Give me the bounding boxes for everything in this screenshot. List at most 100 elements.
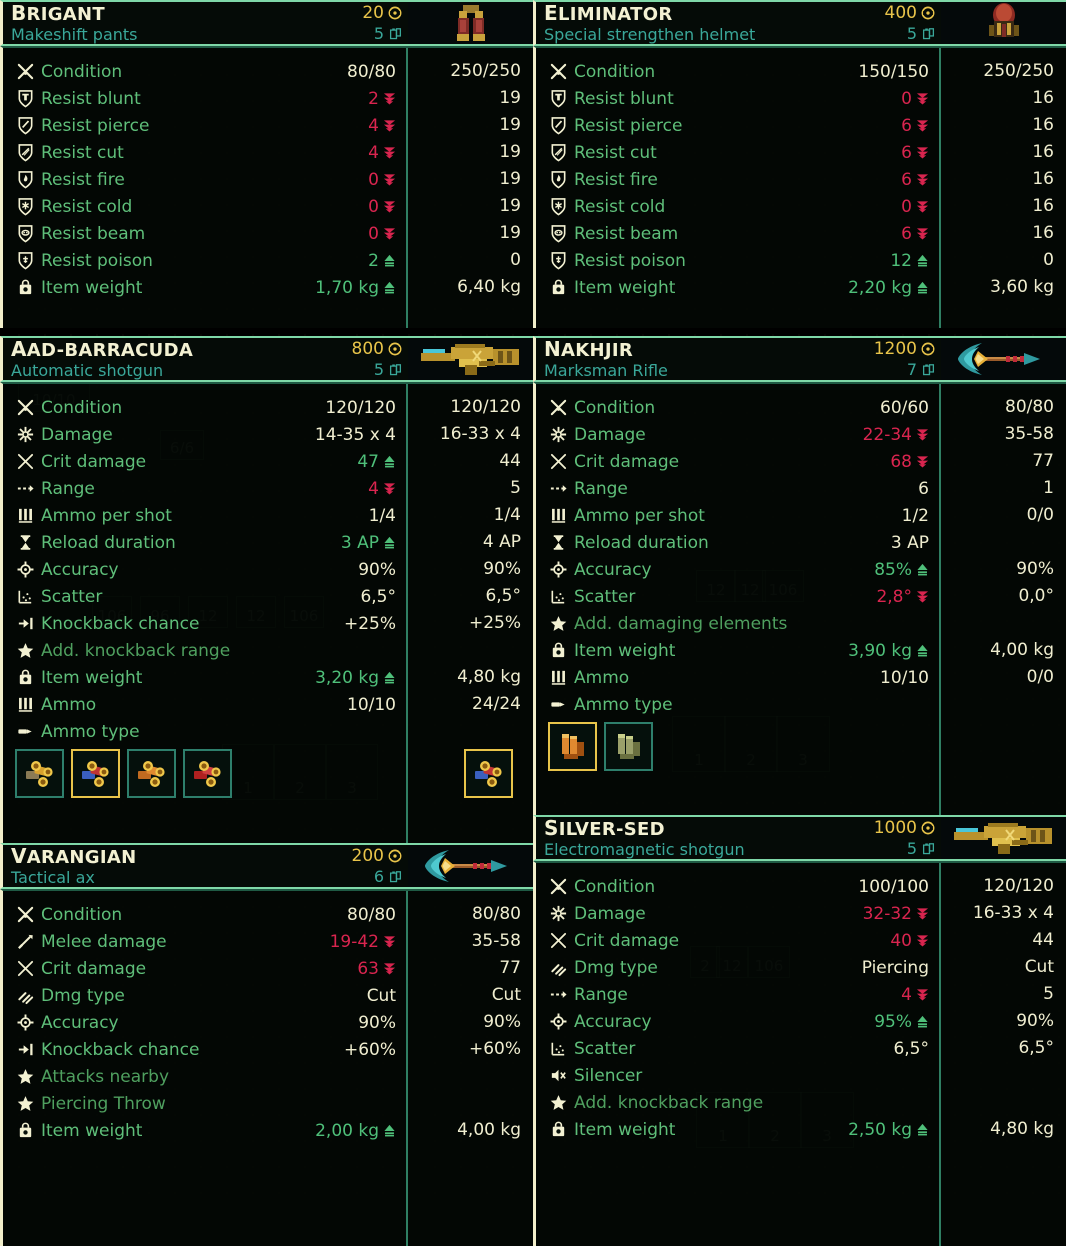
- stat-row: Add. knockback range: [13, 637, 396, 664]
- item-comparison-screen: BRIGANT Makeshift pants 20 5 Condition 80/80 R…: [0, 0, 1066, 1246]
- item-header-aad-barracuda[interactable]: AAD-BARRACUDA Automatic shotgun 800 5: [0, 336, 408, 382]
- ammo-icon: [13, 695, 37, 714]
- item-price: 20: [306, 3, 402, 24]
- stat-value: 47: [351, 452, 396, 472]
- stat-row: Item weight 2,00 kg: [13, 1117, 396, 1144]
- stat-value: 2,20 kg: [842, 278, 929, 298]
- stat-label: Range: [574, 984, 628, 1005]
- stat-label: Ammo: [574, 667, 630, 688]
- item-header-brigant[interactable]: BRIGANT Makeshift pants 20 5: [0, 0, 408, 46]
- stat-row: Knockback chance +25%: [13, 610, 396, 637]
- comparison-value: 19: [499, 115, 521, 135]
- stat-label: Condition: [574, 397, 656, 418]
- item-name: VARANGIAN: [11, 844, 137, 869]
- stat-label: Range: [574, 478, 628, 499]
- resist-poison-icon: [13, 251, 37, 270]
- comparison-value: Cut: [491, 985, 521, 1005]
- ammo-slot-ammo-rifle-ap[interactable]: [548, 722, 597, 771]
- stat-value: 100/100: [858, 876, 929, 897]
- item-panel-varangian: VARANGIAN Tactical ax 200 6 Condition 80/80 Me…: [0, 843, 533, 1246]
- item-stats-varangian: Condition 80/80 Melee damage 19-42 Crit dama…: [0, 889, 533, 1246]
- item-artwork-brigant[interactable]: [408, 0, 533, 46]
- stat-label: Ammo type: [41, 721, 140, 742]
- resist-pierce-icon: [13, 116, 37, 135]
- item-header-nakhjir[interactable]: NAKHJIR Marksman Rifle 1200 7: [533, 336, 941, 382]
- comparison-value: 120/120: [983, 876, 1054, 896]
- ammo-slot-ammo-shell-special[interactable]: [71, 749, 120, 798]
- item-slot-count: 7: [839, 360, 935, 380]
- stat-value: 1/2: [901, 505, 929, 526]
- stat-value: 68: [884, 452, 929, 472]
- stat-label: Resist poison: [41, 250, 153, 271]
- stat-row: Crit damage 40: [546, 927, 929, 954]
- stat-label: Resist poison: [574, 250, 686, 271]
- comparison-value: 90%: [1016, 1011, 1054, 1031]
- stat-value: 2: [362, 89, 396, 109]
- comparison-value: 4,00 kg: [990, 640, 1054, 660]
- crit-damage-icon: [546, 452, 570, 471]
- item-artwork-nakhjir[interactable]: [941, 336, 1066, 382]
- item-artwork-aad-barracuda[interactable]: [408, 336, 533, 382]
- stat-value: 6: [895, 116, 929, 136]
- item-artwork-varangian[interactable]: [408, 843, 533, 889]
- ammo-slot-ammo-shell-explosive[interactable]: [183, 749, 232, 798]
- stat-label: Ammo per shot: [41, 505, 172, 526]
- item-header-silver-sed[interactable]: SILVER-SED Electromagnetic shotgun 1000 5: [533, 815, 941, 861]
- ammo-slot-ammo-shell-special[interactable]: [464, 749, 513, 798]
- item-weight-icon: [546, 641, 570, 660]
- comparison-value: 19: [499, 88, 521, 108]
- comparison-value: 0: [510, 250, 521, 270]
- stat-row: Ammo 10/10: [13, 691, 396, 718]
- stat-value: 6,5°: [360, 586, 396, 607]
- stat-value: 63: [351, 959, 396, 979]
- comparison-column: 120/120 16-33 x 4 44 5 1/4 4 AP 90% 6,5° +25% 4,8…: [408, 384, 533, 882]
- stat-row: Condition 80/80: [13, 58, 396, 85]
- comparison-value: 4,80 kg: [990, 1119, 1054, 1139]
- ammo-slot-ammo-shell-standard[interactable]: [15, 749, 64, 798]
- dmg-type-icon: [13, 986, 37, 1005]
- comparison-value: 6,5°: [1018, 1038, 1054, 1058]
- stat-value: 3,20 kg: [309, 668, 396, 688]
- comparison-value: 1: [1043, 478, 1054, 498]
- stat-label: Resist blunt: [41, 88, 141, 109]
- comparison-value: +25%: [468, 613, 521, 633]
- ammo-type-selector: [13, 749, 396, 798]
- comparison-value: 80/80: [1005, 397, 1054, 417]
- stat-row: Add. damaging elements: [546, 610, 929, 637]
- stat-row: Condition 100/100: [546, 873, 929, 900]
- stat-row: Condition 150/150: [546, 58, 929, 85]
- reload-duration-icon: [546, 533, 570, 552]
- item-artwork-silver-sed[interactable]: [941, 815, 1066, 861]
- stat-row: Resist beam 6: [546, 220, 929, 247]
- resist-cold-icon: [13, 197, 37, 216]
- ammo-slot-ammo-rifle-standard[interactable]: [604, 722, 653, 771]
- comparison-ammo-slot[interactable]: [414, 749, 521, 798]
- damage-icon: [546, 425, 570, 444]
- item-header-eliminator[interactable]: ELIMINATOR Special strengthen helmet 400 5: [533, 0, 941, 46]
- stat-row: Attacks nearby: [13, 1063, 396, 1090]
- item-stats-eliminator: Condition 150/150 Resist blunt 0 Resist pier…: [533, 46, 1066, 328]
- comparison-value: 3,60 kg: [990, 277, 1054, 297]
- ammo-icon: [546, 668, 570, 687]
- stat-row: Accuracy 85%: [546, 556, 929, 583]
- stat-label: Damage: [574, 903, 646, 924]
- item-header-varangian[interactable]: VARANGIAN Tactical ax 200 6: [0, 843, 408, 889]
- resist-fire-icon: [546, 170, 570, 189]
- stat-row: Silencer: [546, 1062, 929, 1089]
- stat-row: Reload duration 3 AP: [546, 529, 929, 556]
- comparison-value: 19: [499, 169, 521, 189]
- ammo-slot-ammo-shell-incendiary[interactable]: [127, 749, 176, 798]
- stat-label: Item weight: [574, 1119, 676, 1140]
- stat-row: Scatter 6,5°: [546, 1035, 929, 1062]
- stat-row: Dmg type Cut: [13, 982, 396, 1009]
- accuracy-icon: [13, 560, 37, 579]
- stat-row: Condition 60/60: [546, 394, 929, 421]
- item-name: NAKHJIR: [544, 337, 634, 362]
- comparison-value: 16: [1032, 142, 1054, 162]
- stat-row: Reload duration 3 AP: [13, 529, 396, 556]
- comparison-value: 16-33 x 4: [972, 903, 1054, 923]
- comparison-value: 6,5°: [485, 586, 521, 606]
- comparison-value: 5: [510, 478, 521, 498]
- item-artwork-eliminator[interactable]: [941, 0, 1066, 46]
- stat-label: Item weight: [41, 667, 143, 688]
